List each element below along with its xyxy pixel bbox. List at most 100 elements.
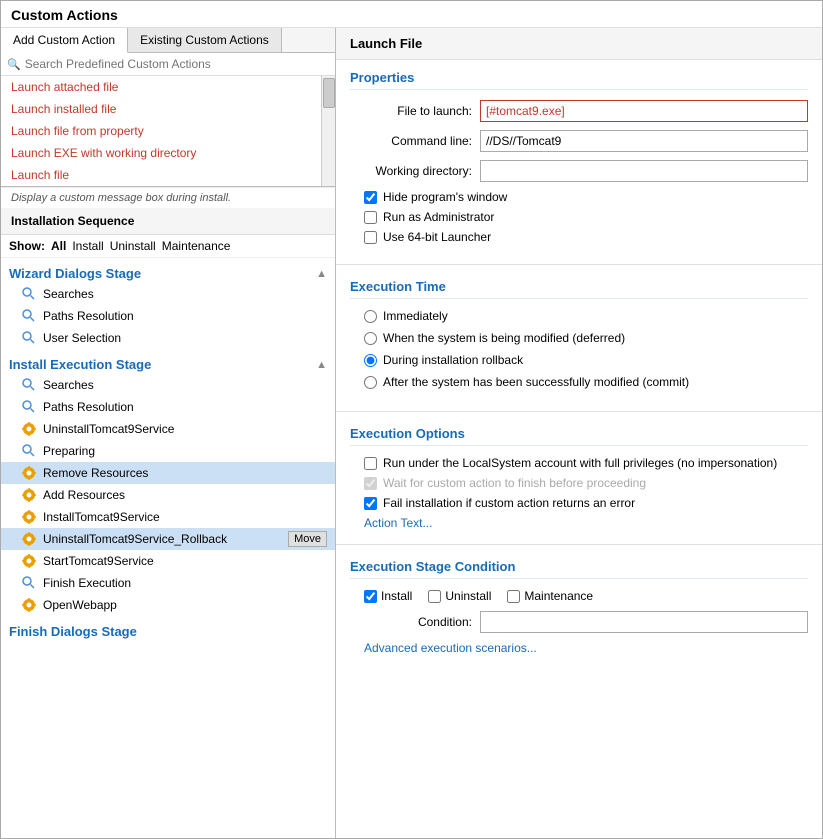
add-resources-icon — [21, 487, 37, 503]
action-text-link[interactable]: Action Text... — [350, 516, 808, 530]
wait-for-action-row: Wait for custom action to finish before … — [350, 476, 808, 490]
search-box: 🔍 — [1, 53, 335, 76]
execution-time-title: Execution Time — [350, 279, 808, 299]
radio-being-modified-row: When the system is being modified (defer… — [364, 331, 808, 345]
command-line-label: Command line: — [350, 134, 480, 148]
radio-rollback-label: During installation rollback — [383, 353, 523, 367]
stage-item-start-tomcat9[interactable]: StartTomcat9Service — [1, 550, 335, 572]
user-selection-icon — [21, 330, 37, 346]
main-area: Add Custom Action Existing Custom Action… — [1, 28, 822, 838]
wait-for-action-label: Wait for custom action to finish before … — [383, 476, 646, 490]
run-local-system-row: Run under the LocalSystem account with f… — [350, 456, 808, 470]
stage-item-remove-resources[interactable]: Remove Resources — [1, 462, 335, 484]
fail-installation-checkbox[interactable] — [364, 497, 377, 510]
action-list: Launch attached file Launch installed fi… — [1, 76, 335, 187]
stage-item-open-webapp[interactable]: OpenWebapp — [1, 594, 335, 616]
show-option-all[interactable]: All — [51, 239, 66, 253]
file-to-launch-input[interactable] — [480, 100, 808, 122]
cond-install-wrap: Install — [364, 589, 412, 603]
use-64bit-checkbox[interactable] — [364, 231, 377, 244]
hide-window-row: Hide program's window — [350, 190, 808, 204]
cond-maintenance-checkbox[interactable] — [507, 590, 520, 603]
cond-maintenance-label: Maintenance — [524, 589, 593, 603]
show-option-install[interactable]: Install — [72, 239, 103, 253]
action-item-launch-installed[interactable]: Launch installed file — [1, 98, 335, 120]
tab-bar: Add Custom Action Existing Custom Action… — [1, 28, 335, 53]
run-admin-checkbox[interactable] — [364, 211, 377, 224]
radio-being-modified[interactable] — [364, 332, 377, 345]
radio-after-modified[interactable] — [364, 376, 377, 389]
uninstall-tomcat9-service-icon — [21, 421, 37, 437]
wait-for-action-checkbox[interactable] — [364, 477, 377, 490]
preparing-icon — [21, 443, 37, 459]
install-tomcat9-service-icon — [21, 509, 37, 525]
stage-item-preparing[interactable]: Preparing — [1, 440, 335, 462]
action-item-launch-attached[interactable]: Launch attached file — [1, 76, 335, 98]
stage-item-add-resources[interactable]: Add Resources — [1, 484, 335, 506]
show-option-maintenance[interactable]: Maintenance — [162, 239, 231, 253]
action-list-scrollbar[interactable] — [321, 76, 335, 186]
run-admin-label: Run as Administrator — [383, 210, 494, 224]
show-option-uninstall[interactable]: Uninstall — [110, 239, 156, 253]
open-webapp-icon — [21, 597, 37, 613]
search-input[interactable] — [25, 57, 329, 71]
command-line-input[interactable] — [480, 130, 808, 152]
condition-input[interactable] — [480, 611, 808, 633]
action-description: Display a custom message box during inst… — [1, 187, 335, 208]
show-label: Show: — [9, 239, 45, 253]
stage-item-finish-execution[interactable]: Finish Execution — [1, 572, 335, 594]
tab-add-custom-action[interactable]: Add Custom Action — [1, 28, 128, 53]
radio-rollback[interactable] — [364, 354, 377, 367]
working-directory-input[interactable] — [480, 160, 808, 182]
stage-item-uninstall-rollback[interactable]: UninstallTomcat9Service_Rollback Move — [1, 528, 335, 550]
scrollbar-thumb — [323, 78, 335, 108]
stage-install-execution: Install Execution Stage ▲ Searches — [1, 353, 335, 616]
advanced-link[interactable]: Advanced execution scenarios... — [350, 641, 808, 655]
move-button[interactable]: Move — [288, 531, 327, 547]
cond-uninstall-label: Uninstall — [445, 589, 491, 603]
stage-item-install-tomcat9-service[interactable]: InstallTomcat9Service — [1, 506, 335, 528]
working-directory-row: Working directory: — [350, 160, 808, 182]
fail-installation-row: Fail installation if custom action retur… — [350, 496, 808, 510]
cond-install-checkbox[interactable] — [364, 590, 377, 603]
start-tomcat9-icon — [21, 553, 37, 569]
tab-existing-custom-actions[interactable]: Existing Custom Actions — [128, 28, 282, 52]
stage-finish-dialogs-title: Finish Dialogs Stage — [1, 620, 335, 641]
searches-2-icon — [21, 377, 37, 393]
radio-immediately[interactable] — [364, 310, 377, 323]
stage-finish-dialogs: Finish Dialogs Stage — [1, 620, 335, 641]
divider-3 — [336, 544, 822, 545]
stage-list-wrap: Wizard Dialogs Stage ▲ Searches — [1, 258, 335, 838]
stage-item-uninstall-tomcat9-service[interactable]: UninstallTomcat9Service — [1, 418, 335, 440]
stage-item-searches-2[interactable]: Searches — [1, 374, 335, 396]
finish-execution-icon — [21, 575, 37, 591]
cond-uninstall-checkbox[interactable] — [428, 590, 441, 603]
remove-resources-icon — [21, 465, 37, 481]
execution-options-title: Execution Options — [350, 426, 808, 446]
cond-uninstall-wrap: Uninstall — [428, 589, 491, 603]
run-local-system-label: Run under the LocalSystem account with f… — [383, 456, 777, 470]
stage-item-paths-resolution-1[interactable]: Paths Resolution — [1, 305, 335, 327]
working-directory-label: Working directory: — [350, 164, 480, 178]
stage-item-user-selection[interactable]: User Selection — [1, 327, 335, 349]
divider-2 — [336, 411, 822, 412]
radio-after-modified-label: After the system has been successfully m… — [383, 375, 689, 389]
run-local-system-checkbox[interactable] — [364, 457, 377, 470]
action-item-launch-file[interactable]: Launch file — [1, 164, 335, 186]
stage-item-paths-resolution-2[interactable]: Paths Resolution — [1, 396, 335, 418]
install-sequence-header: Installation Sequence — [1, 208, 335, 235]
execution-time-radios: Immediately When the system is being mod… — [350, 309, 808, 389]
radio-rollback-row: During installation rollback — [364, 353, 808, 367]
file-to-launch-row: File to launch: — [350, 100, 808, 122]
divider-1 — [336, 264, 822, 265]
uninstall-rollback-icon — [21, 531, 37, 547]
run-admin-row: Run as Administrator — [350, 210, 808, 224]
stage-item-searches-1[interactable]: Searches — [1, 283, 335, 305]
action-item-launch-exe-working[interactable]: Launch EXE with working directory — [1, 142, 335, 164]
left-panel: Add Custom Action Existing Custom Action… — [1, 28, 336, 838]
action-list-inner: Launch attached file Launch installed fi… — [1, 76, 335, 186]
execution-stage-condition-section: Execution Stage Condition Install Uninst… — [336, 549, 822, 665]
action-item-launch-from-property[interactable]: Launch file from property — [1, 120, 335, 142]
hide-window-checkbox[interactable] — [364, 191, 377, 204]
radio-after-modified-row: After the system has been successfully m… — [364, 375, 808, 389]
